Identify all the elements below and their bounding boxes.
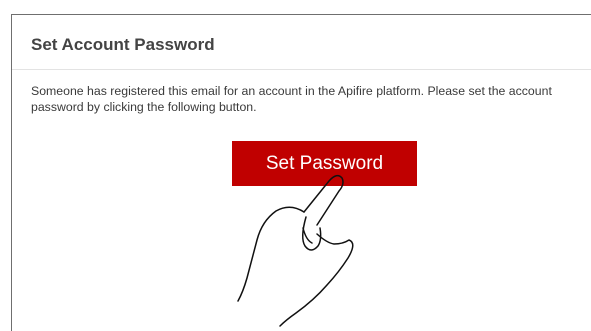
email-message: Someone has registered this email for an… <box>31 84 552 114</box>
heading-divider <box>12 69 591 70</box>
set-password-button[interactable]: Set Password <box>232 141 417 186</box>
email-card: Set Account Password Someone has registe… <box>11 14 591 331</box>
email-heading: Set Account Password <box>31 35 215 54</box>
